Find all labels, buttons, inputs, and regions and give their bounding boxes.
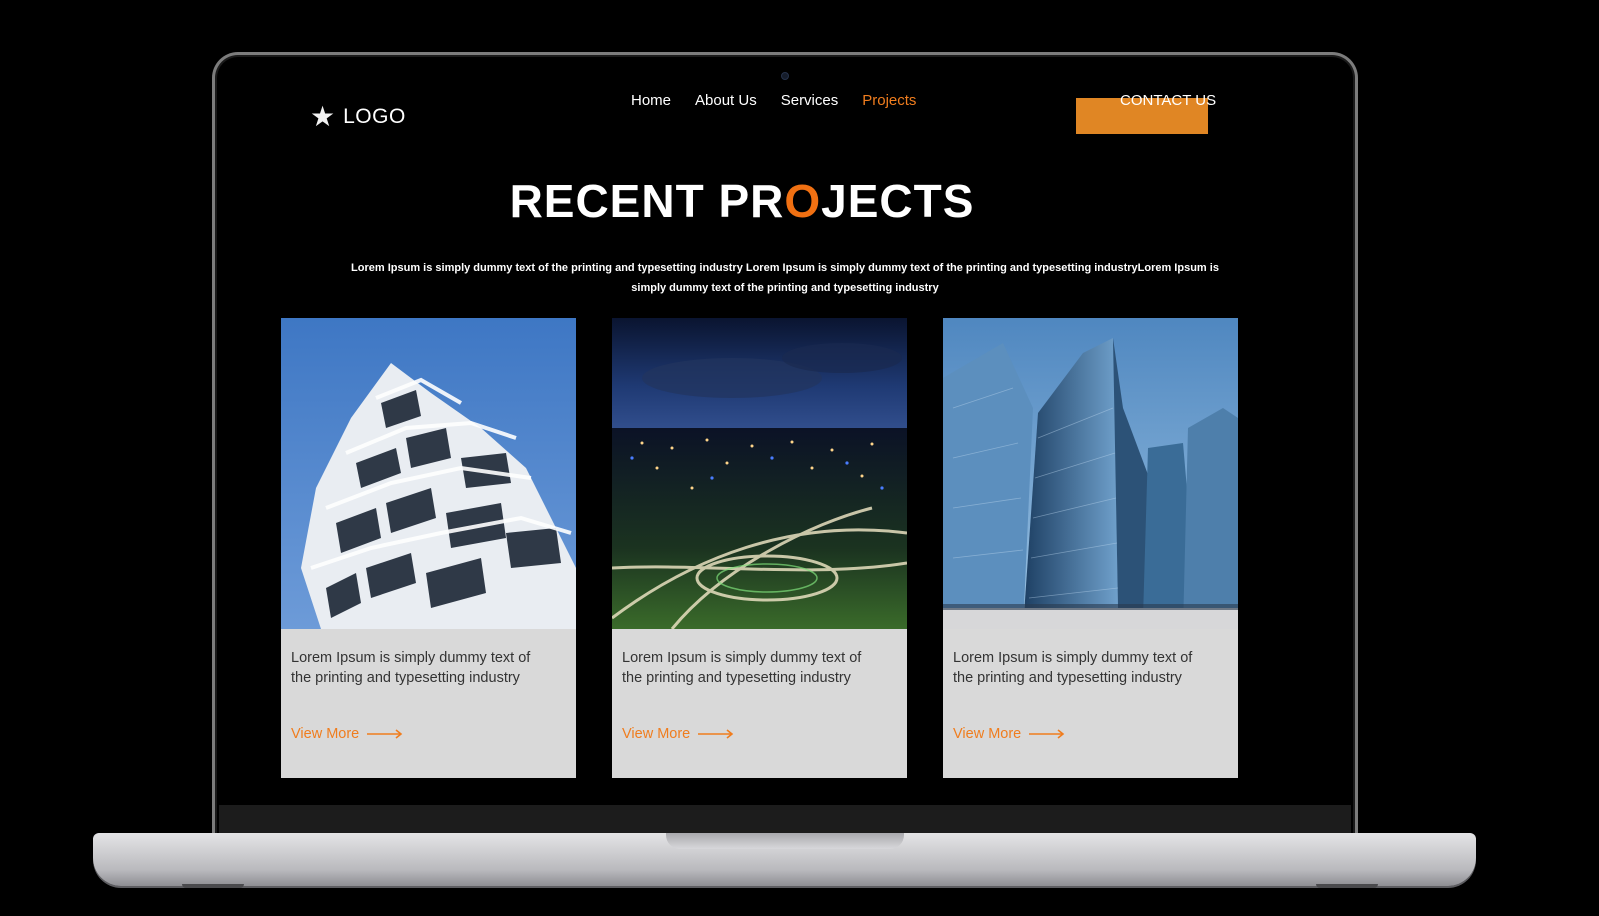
title-part-1: RECENT PR [509,175,785,227]
city-night-highway-photo [612,318,907,629]
apartment-building-photo [281,318,576,629]
view-more-label: View More [953,726,1022,742]
arrow-right-icon [367,729,403,739]
view-more-label: View More [622,726,691,742]
nav-projects[interactable]: Projects [862,92,916,109]
card-description: Lorem Ipsum is simply dummy text of the … [622,650,862,686]
intro-text: Lorem Ipsum is simply dummy text of the … [351,262,1219,294]
view-more-label: View More [291,726,360,742]
nav-services[interactable]: Services [781,92,839,109]
main-nav: Home About Us Services Projects [631,92,940,109]
card-description: Lorem Ipsum is simply dummy text of the … [291,650,531,686]
contact-us-label[interactable]: CONTACT US [1120,92,1216,109]
glass-skyscrapers-photo [943,318,1238,629]
view-more-link[interactable]: View More [953,726,1065,742]
card-description: Lorem Ipsum is simply dummy text of the … [953,650,1193,686]
arrow-right-icon [1029,729,1065,739]
view-more-link[interactable]: View More [622,726,734,742]
title-part-2: JECTS [821,175,975,227]
logo[interactable]: ★ LOGO [310,102,406,132]
arrow-right-icon [698,729,734,739]
laptop-hinge-notch [666,833,904,849]
view-more-link[interactable]: View More [291,726,403,742]
nav-about-us[interactable]: About Us [695,92,757,109]
nav-home[interactable]: Home [631,92,671,109]
page-title: RECENT PROJECTS [0,174,1484,228]
star-icon: ★ [310,101,336,132]
laptop-foot-left [182,884,244,888]
webcam [781,72,789,80]
laptop-foot-right [1316,884,1378,888]
project-card: Lorem Ipsum is simply dummy text of the … [281,318,576,778]
title-highlight: O [784,175,822,227]
project-card: Lorem Ipsum is simply dummy text of the … [612,318,907,778]
logo-text: LOGO [343,105,406,128]
project-card: Lorem Ipsum is simply dummy text of the … [943,318,1238,778]
